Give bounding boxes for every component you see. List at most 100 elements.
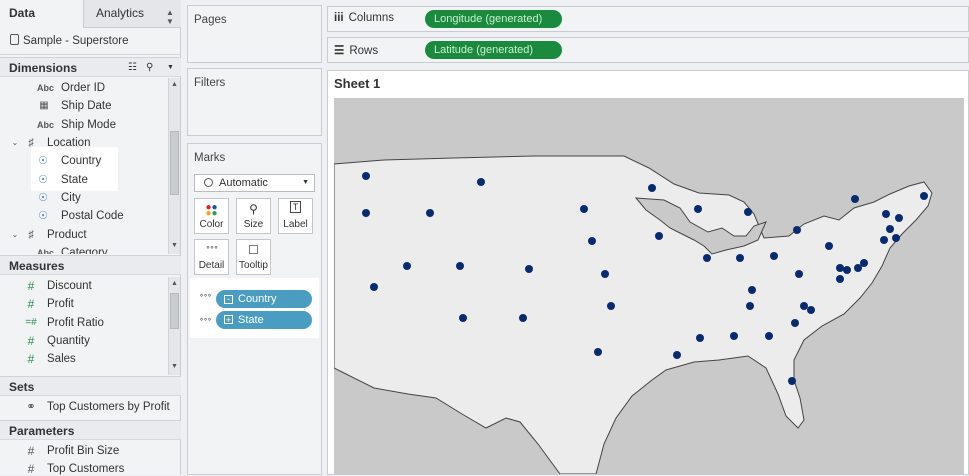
field-order-id[interactable]: Abc Order ID xyxy=(0,79,167,97)
state-mark[interactable] xyxy=(800,302,808,310)
expand-icon[interactable]: + xyxy=(224,315,233,325)
state-mark[interactable] xyxy=(886,225,894,233)
detail-button[interactable]: ∘∘∘ Detail xyxy=(194,239,229,275)
state-mark[interactable] xyxy=(895,214,903,222)
state-mark[interactable] xyxy=(746,302,754,310)
state-mark[interactable] xyxy=(673,351,681,359)
size-button[interactable]: ⚲ Size xyxy=(236,198,271,234)
state-mark[interactable] xyxy=(748,286,756,294)
scroll-thumb[interactable] xyxy=(170,293,179,329)
state-mark[interactable] xyxy=(788,377,796,385)
state-mark[interactable] xyxy=(736,254,744,262)
tooltip-button[interactable]: ☐ Tooltip xyxy=(236,239,271,275)
field-profit-ratio[interactable]: =# Profit Ratio xyxy=(0,314,167,332)
state-mark[interactable] xyxy=(836,275,844,283)
chevron-down-icon[interactable]: ⌄ xyxy=(8,134,22,152)
state-mark[interactable] xyxy=(860,259,868,267)
state-mark[interactable] xyxy=(370,283,378,291)
state-mark[interactable] xyxy=(744,208,752,216)
chevron-down-icon[interactable]: ⌄ xyxy=(8,226,22,244)
field-ship-date[interactable]: ▦ Ship Date xyxy=(0,97,167,115)
state-mark[interactable] xyxy=(836,264,844,272)
field-ship-mode[interactable]: Abc Ship Mode xyxy=(0,116,167,134)
field-city[interactable]: ☉ City xyxy=(0,189,167,207)
state-mark[interactable] xyxy=(793,226,801,234)
state-mark[interactable] xyxy=(525,265,533,273)
param-top-customers[interactable]: # Top Customers xyxy=(0,460,167,475)
state-mark[interactable] xyxy=(892,234,900,242)
field-product[interactable]: ⌄ ♯ Product xyxy=(0,226,167,244)
state-mark[interactable] xyxy=(851,195,859,203)
state-mark[interactable] xyxy=(459,314,467,322)
state-mark[interactable] xyxy=(694,205,702,213)
dimensions-scrollbar[interactable]: ▲ ▼ xyxy=(168,78,180,254)
state-mark[interactable] xyxy=(648,184,656,192)
state-mark[interactable] xyxy=(795,270,803,278)
view-toggle-icon[interactable]: ☷ xyxy=(128,58,137,78)
state-mark[interactable] xyxy=(655,232,663,240)
state-mark[interactable] xyxy=(791,319,799,327)
state-mark[interactable] xyxy=(580,205,588,213)
sheet-title[interactable]: Sheet 1 xyxy=(334,76,380,91)
state-pill[interactable]: + State xyxy=(216,311,312,329)
field-country[interactable]: ☉ Country xyxy=(0,152,167,170)
dimensions-menu-icon[interactable]: ▼ xyxy=(167,58,174,78)
field-profit[interactable]: # Profit xyxy=(0,295,167,313)
state-mark[interactable] xyxy=(456,262,464,270)
state-mark[interactable] xyxy=(696,334,704,342)
mark-type-value: Automatic xyxy=(219,177,268,189)
search-icon[interactable]: ⚲ xyxy=(146,58,153,78)
state-mark[interactable] xyxy=(882,210,890,218)
state-mark[interactable] xyxy=(807,306,815,314)
state-mark[interactable] xyxy=(765,332,773,340)
field-sales[interactable]: # Sales xyxy=(0,350,167,368)
columns-shelf[interactable]: iii Columns Longitude (generated) xyxy=(327,6,969,32)
pages-card[interactable]: Pages xyxy=(187,5,322,63)
field-quantity[interactable]: # Quantity xyxy=(0,332,167,350)
state-mark[interactable] xyxy=(825,242,833,250)
state-mark[interactable] xyxy=(362,209,370,217)
field-category[interactable]: Abc Category xyxy=(0,244,167,254)
state-mark[interactable] xyxy=(594,348,602,356)
mark-type-dropdown[interactable]: Automatic ▼ xyxy=(194,174,315,192)
field-discount[interactable]: # Discount xyxy=(0,277,167,295)
state-mark[interactable] xyxy=(880,236,888,244)
state-mark[interactable] xyxy=(426,209,434,217)
scroll-thumb[interactable] xyxy=(170,131,179,195)
set-top-customers[interactable]: ⚭ Top Customers by Profit xyxy=(0,398,181,416)
longitude-pill[interactable]: Longitude (generated) xyxy=(425,10,562,28)
map-view[interactable] xyxy=(334,98,969,476)
tab-menu-arrow-icon[interactable]: ▲ ▼ xyxy=(166,8,174,26)
param-profit-bin-size[interactable]: # Profit Bin Size xyxy=(0,442,167,460)
state-mark[interactable] xyxy=(588,237,596,245)
scroll-down-icon[interactable]: ▼ xyxy=(171,242,178,249)
map-canvas[interactable] xyxy=(334,98,964,474)
state-mark[interactable] xyxy=(920,192,928,200)
scroll-down-icon[interactable]: ▼ xyxy=(171,363,178,370)
state-mark[interactable] xyxy=(477,178,485,186)
field-state[interactable]: ☉ State xyxy=(0,171,167,189)
field-location[interactable]: ⌄ ♯ Location xyxy=(0,134,167,152)
filters-card[interactable]: Filters xyxy=(187,68,322,136)
latitude-pill[interactable]: Latitude (generated) xyxy=(425,41,562,59)
country-pill[interactable]: - Country xyxy=(216,290,312,308)
scroll-up-icon[interactable]: ▲ xyxy=(171,280,178,287)
tab-data[interactable]: Data xyxy=(0,0,84,28)
scroll-up-icon[interactable]: ▲ xyxy=(171,81,178,88)
label-button[interactable]: T Label xyxy=(278,198,313,234)
state-mark[interactable] xyxy=(770,252,778,260)
field-postal-code[interactable]: ☉ Postal Code xyxy=(0,207,167,225)
rows-shelf[interactable]: ☰ Rows Latitude (generated) xyxy=(327,37,969,63)
state-mark[interactable] xyxy=(362,172,370,180)
state-mark[interactable] xyxy=(730,332,738,340)
datasource-item[interactable]: Sample - Superstore xyxy=(0,28,181,55)
color-button[interactable]: ●● ●● Color xyxy=(194,198,229,234)
state-mark[interactable] xyxy=(703,254,711,262)
state-mark[interactable] xyxy=(403,262,411,270)
state-mark[interactable] xyxy=(843,266,851,274)
state-mark[interactable] xyxy=(607,302,615,310)
collapse-icon[interactable]: - xyxy=(224,295,233,304)
state-mark[interactable] xyxy=(519,314,527,322)
state-mark[interactable] xyxy=(601,270,609,278)
measures-scrollbar[interactable]: ▲ ▼ xyxy=(168,277,180,375)
